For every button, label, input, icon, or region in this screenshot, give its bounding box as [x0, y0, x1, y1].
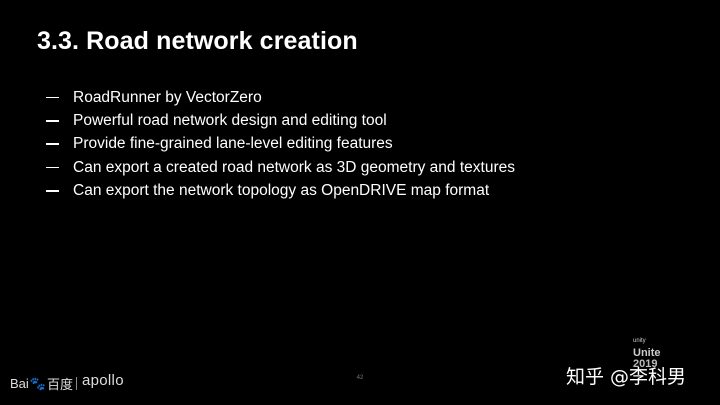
bullet-item: Provide fine-grained lane-level editing …: [46, 133, 515, 156]
paw-icon: 🐾: [29, 375, 46, 391]
bullet-item: Can export a created road network as 3D …: [46, 156, 515, 179]
unity-mark: unity: [633, 338, 646, 344]
dash-icon: [46, 166, 59, 169]
dash-icon: [46, 143, 59, 145]
zhihu-watermark: 知乎 @李科男: [566, 366, 687, 388]
dash-icon: [46, 120, 59, 122]
page-number: 42: [356, 375, 364, 381]
bullet-text: Provide fine-grained lane-level editing …: [73, 135, 393, 153]
bullet-item: Powerful road network design and editing…: [46, 109, 515, 132]
bullet-text: RoadRunner by VectorZero: [73, 88, 262, 106]
slide-title: 3.3. Road network creation: [37, 27, 358, 55]
bullet-item: Can export the network topology as OpenD…: [46, 179, 515, 202]
bullet-item: RoadRunner by VectorZero: [46, 86, 515, 109]
dash-icon: [46, 190, 59, 192]
logo-divider: [76, 377, 77, 390]
bullet-text: Can export the network topology as OpenD…: [73, 181, 490, 199]
bullet-list: RoadRunner by VectorZero Powerful road n…: [46, 86, 515, 202]
bullet-text: Can export a created road network as 3D …: [73, 158, 515, 176]
baidu-text-left: Bai: [10, 376, 29, 391]
dash-icon: [46, 96, 59, 99]
baidu-text-right: 百度: [46, 377, 73, 392]
slide: 3.3. Road network creation RoadRunner by…: [0, 0, 720, 405]
bullet-text: Powerful road network design and editing…: [73, 111, 387, 129]
baidu-logo: Bai 🐾 百度: [10, 374, 73, 393]
apollo-logo: apollo: [82, 372, 124, 389]
